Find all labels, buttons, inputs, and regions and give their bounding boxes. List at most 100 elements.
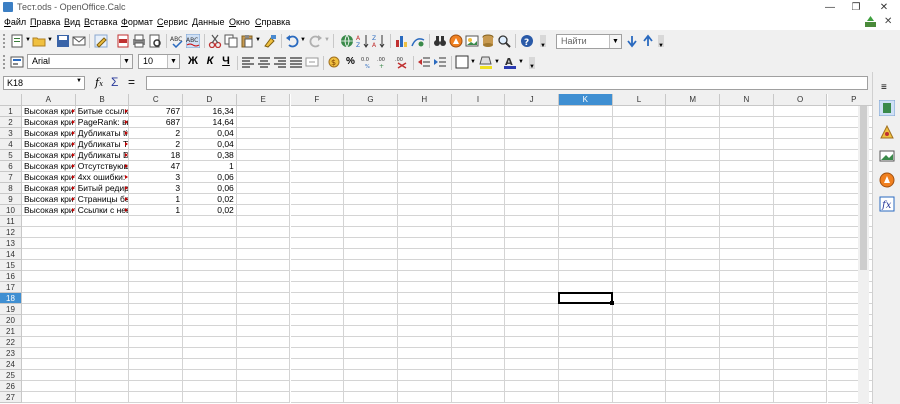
cell-k15[interactable]	[559, 260, 613, 271]
cell-i18[interactable]	[451, 293, 506, 304]
cell-h6[interactable]	[397, 161, 452, 172]
cell-d24[interactable]	[183, 359, 237, 370]
cell-i26[interactable]	[451, 381, 506, 392]
column-header-c[interactable]: C	[129, 94, 184, 106]
cell-b4[interactable]: Дубликаты Title	[75, 139, 130, 150]
cell-l4[interactable]	[612, 139, 667, 150]
show-draw-functions-icon[interactable]	[411, 34, 425, 48]
row-header[interactable]: 25	[0, 370, 22, 381]
cell-n8[interactable]	[720, 183, 774, 194]
column-header-p[interactable]: P	[827, 94, 872, 106]
cell-e16[interactable]	[236, 271, 291, 282]
cell-m6[interactable]	[666, 161, 721, 172]
cell-f18[interactable]	[290, 293, 345, 304]
cell-l10[interactable]	[612, 205, 667, 216]
cell-b13[interactable]	[75, 238, 130, 249]
cell-k4[interactable]	[559, 139, 613, 150]
cell-e14[interactable]	[236, 249, 291, 260]
cell-b27[interactable]	[75, 392, 130, 403]
align-left-icon[interactable]	[241, 55, 255, 69]
cell-f19[interactable]	[290, 304, 345, 315]
cell-d14[interactable]	[183, 249, 237, 260]
cell-l26[interactable]	[612, 381, 667, 392]
cell-h12[interactable]	[397, 227, 452, 238]
cell-c9[interactable]: 1	[129, 194, 184, 205]
cell-j11[interactable]	[505, 216, 559, 227]
cell-h20[interactable]	[397, 315, 452, 326]
cell-e7[interactable]	[236, 172, 291, 183]
row-header[interactable]: 12	[0, 227, 22, 238]
row-header[interactable]: 22	[0, 337, 22, 348]
paste-icon[interactable]	[240, 34, 254, 48]
align-right-icon[interactable]	[273, 55, 287, 69]
cell-g9[interactable]	[344, 194, 398, 205]
italic-button[interactable]: К	[203, 55, 217, 67]
cell-i17[interactable]	[451, 282, 506, 293]
cell-g17[interactable]	[344, 282, 398, 293]
cell-l8[interactable]	[612, 183, 667, 194]
cell-e3[interactable]	[236, 128, 291, 139]
cell-f13[interactable]	[290, 238, 345, 249]
cell-j14[interactable]	[505, 249, 559, 260]
cell-f25[interactable]	[290, 370, 345, 381]
column-header-o[interactable]: O	[773, 94, 828, 106]
edit-file-icon[interactable]	[94, 34, 108, 48]
add-decimal-icon[interactable]: .00+	[377, 55, 391, 69]
cell-i22[interactable]	[451, 337, 506, 348]
cell-j2[interactable]	[505, 117, 559, 128]
cell-j5[interactable]	[505, 150, 559, 161]
cell-m17[interactable]	[666, 282, 721, 293]
cell-m11[interactable]	[666, 216, 721, 227]
cell-f15[interactable]	[290, 260, 345, 271]
cell-o7[interactable]	[773, 172, 828, 183]
cell-h21[interactable]	[397, 326, 452, 337]
row-header[interactable]: 4	[0, 139, 22, 150]
row-header[interactable]: 27	[0, 392, 22, 403]
cell-c12[interactable]	[129, 227, 184, 238]
row-header[interactable]: 3	[0, 128, 22, 139]
cell-f20[interactable]	[290, 315, 345, 326]
cell-f2[interactable]	[290, 117, 345, 128]
cell-i11[interactable]	[451, 216, 506, 227]
cell-h23[interactable]	[397, 348, 452, 359]
cell-m4[interactable]	[666, 139, 721, 150]
cell-c4[interactable]: 2	[129, 139, 184, 150]
cell-i6[interactable]	[451, 161, 506, 172]
cell-a9[interactable]: Высокая критичность	[22, 194, 76, 205]
cell-k8[interactable]	[559, 183, 613, 194]
cell-k19[interactable]	[559, 304, 613, 315]
cell-d22[interactable]	[183, 337, 237, 348]
cell-i7[interactable]	[451, 172, 506, 183]
cell-d12[interactable]	[183, 227, 237, 238]
cell-g5[interactable]	[344, 150, 398, 161]
cell-l16[interactable]	[612, 271, 667, 282]
background-color-icon[interactable]	[479, 55, 493, 69]
cell-k2[interactable]	[559, 117, 613, 128]
row-header[interactable]: 24	[0, 359, 22, 370]
cell-d6[interactable]: 1	[183, 161, 237, 172]
cell-b20[interactable]	[75, 315, 130, 326]
cell-a13[interactable]	[22, 238, 76, 249]
cell-o25[interactable]	[773, 370, 828, 381]
cell-c8[interactable]: 3	[129, 183, 184, 194]
cell-h11[interactable]	[397, 216, 452, 227]
cell-a14[interactable]	[22, 249, 76, 260]
cell-k1[interactable]	[559, 106, 613, 117]
cell-g23[interactable]	[344, 348, 398, 359]
function-button[interactable]: =	[128, 75, 135, 89]
column-header-l[interactable]: L	[612, 94, 667, 106]
menu-window[interactable]: Окно	[229, 17, 250, 27]
function-wizard-button[interactable]: fx	[95, 76, 103, 89]
cell-k10[interactable]	[559, 205, 613, 216]
redo-dropdown-icon[interactable]: ▼	[324, 37, 330, 43]
cell-a4[interactable]: Высокая критичность	[22, 139, 76, 150]
undo-icon[interactable]	[285, 34, 299, 48]
cell-l12[interactable]	[612, 227, 667, 238]
cell-h2[interactable]	[397, 117, 452, 128]
cell-k24[interactable]	[559, 359, 613, 370]
cell-m12[interactable]	[666, 227, 721, 238]
sum-button[interactable]: Σ	[111, 75, 118, 89]
cell-n5[interactable]	[720, 150, 774, 161]
cell-i14[interactable]	[451, 249, 506, 260]
row-header[interactable]: 9	[0, 194, 22, 205]
